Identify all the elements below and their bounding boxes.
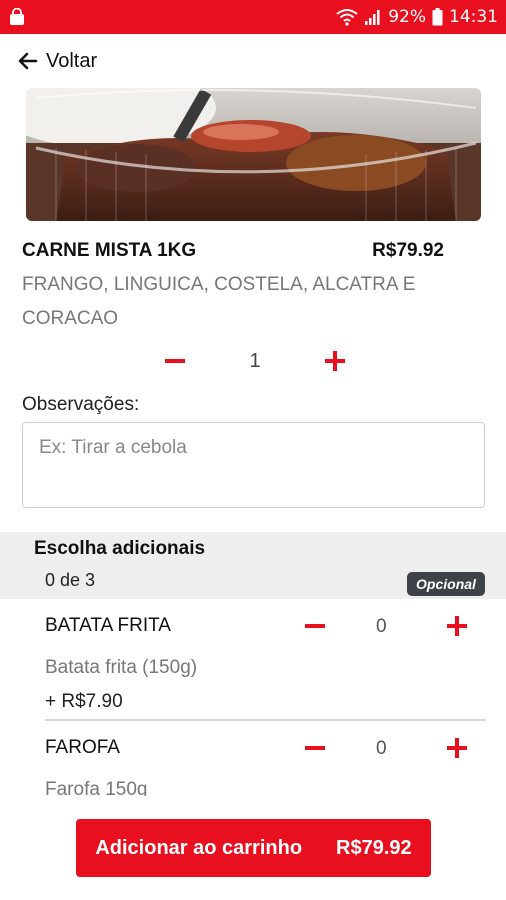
increase-quantity-button[interactable] <box>320 346 350 376</box>
extras-count: 0 de 3 <box>45 570 96 590</box>
extra-increase-button[interactable] <box>442 611 472 641</box>
product-price: R$79.92 <box>372 240 444 261</box>
status-right: 92% 14:31 <box>336 7 498 27</box>
notes-label: Observações: <box>22 394 140 415</box>
extras-title: Escolha adicionais <box>34 538 206 559</box>
extra-description: Batata frita (150g) <box>45 657 198 678</box>
back-button[interactable]: Voltar <box>18 48 97 74</box>
extra-name: BATATA FRITA <box>45 615 171 636</box>
decrease-quantity-button[interactable] <box>160 346 190 376</box>
arrow-left-icon <box>18 52 38 70</box>
battery-icon <box>432 8 443 26</box>
extra-price: + R$7.90 <box>45 691 123 712</box>
battery-percent: 92% <box>388 7 426 27</box>
product-image <box>26 88 481 221</box>
add-to-cart-total: R$79.92 <box>336 836 412 859</box>
minus-icon <box>305 746 325 750</box>
extras-list: BATATA FRITA 0 Batata frita (150g) + R$7… <box>0 599 506 796</box>
status-left <box>8 7 26 26</box>
list-item: BATATA FRITA 0 Batata frita (150g) + R$7… <box>0 599 486 719</box>
product-description: FRANGO, LINGUICA, COSTELA, ALCATRA E COR… <box>22 274 416 329</box>
back-label: Voltar <box>46 49 98 72</box>
list-item: FAROFA 0 Farofa 150g <box>0 721 486 796</box>
extra-decrease-button[interactable] <box>300 611 330 641</box>
extra-quantity: 0 <box>376 616 387 637</box>
product-name: CARNE MISTA 1KG <box>22 240 197 261</box>
plus-icon <box>447 616 467 636</box>
optional-badge: Opcional <box>407 572 485 596</box>
quantity-stepper: 1 <box>160 346 350 376</box>
plus-icon <box>325 351 345 371</box>
add-to-cart-button[interactable]: Adicionar ao carrinho R$79.92 <box>76 819 431 877</box>
shopping-bag-icon <box>8 7 26 26</box>
extra-description: Farofa 150g <box>45 779 148 796</box>
extra-increase-button[interactable] <box>442 733 472 763</box>
clock: 14:31 <box>449 7 498 27</box>
extra-name: FAROFA <box>45 737 120 758</box>
minus-icon <box>165 359 185 363</box>
status-bar: 92% 14:31 <box>0 0 506 34</box>
minus-icon <box>305 624 325 628</box>
quantity-value: 1 <box>249 349 261 372</box>
extra-quantity: 0 <box>376 738 387 759</box>
extra-decrease-button[interactable] <box>300 733 330 763</box>
plus-icon <box>447 738 467 758</box>
add-to-cart-label: Adicionar ao carrinho <box>95 836 303 859</box>
wifi-icon <box>336 8 358 26</box>
signal-icon <box>364 8 382 26</box>
notes-input[interactable]: Ex: Tirar a cebola <box>22 422 485 508</box>
